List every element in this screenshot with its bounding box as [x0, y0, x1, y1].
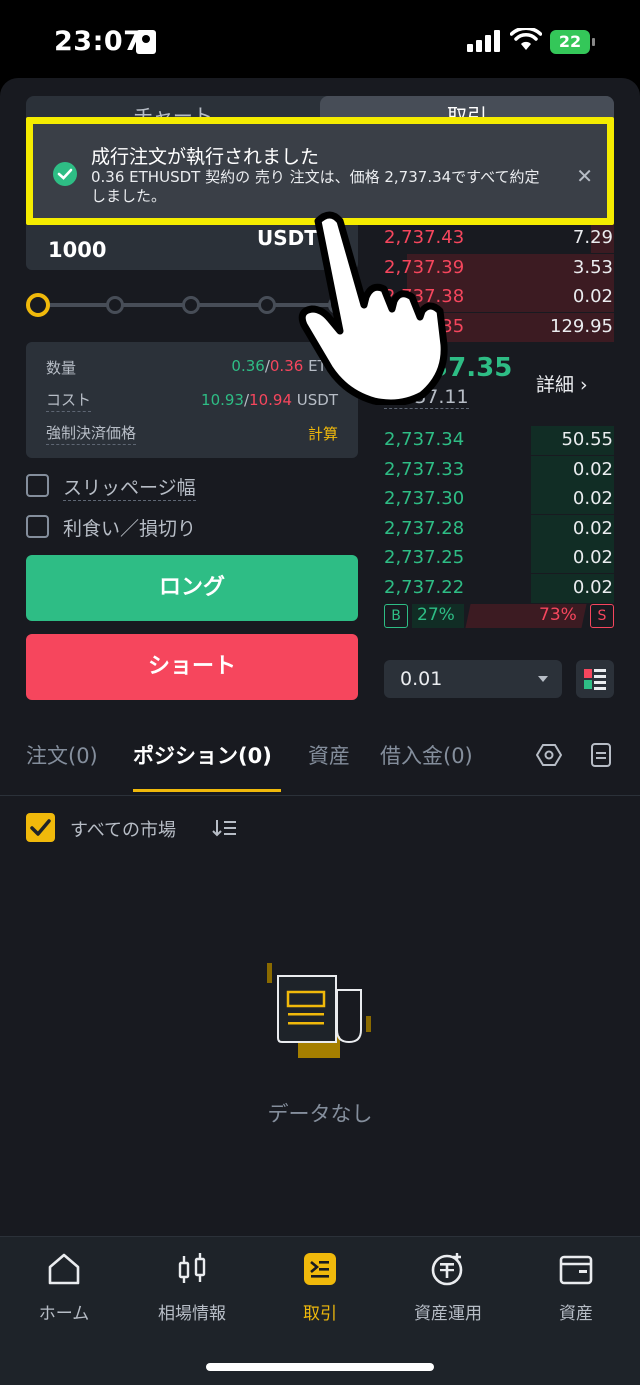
position-tabs: 注文(0) ポジション(0) 資産 借入金(0) [0, 734, 640, 796]
battery-icon: 22 [550, 30, 595, 54]
bid-row[interactable]: 2,737.25 0.02 [384, 544, 614, 573]
home-indicator [206, 1363, 434, 1371]
sort-icon[interactable] [212, 817, 238, 839]
bid-price: 2,737.22 [384, 576, 465, 598]
nav-trade-label: 取引 [303, 1304, 337, 1324]
nav-assets-label: 資産 [559, 1304, 593, 1324]
order-history-icon[interactable] [590, 742, 612, 768]
id-card-icon [136, 30, 156, 54]
home-icon [48, 1253, 80, 1285]
ask-qty: 0.02 [572, 286, 613, 307]
buy-ratio: 27% [417, 605, 455, 625]
bid-row[interactable]: 2,737.28 0.02 [384, 514, 614, 544]
detail-link[interactable]: 詳細 › [536, 370, 588, 397]
tab-positions[interactable]: ポジション(0) [133, 740, 272, 770]
tpsl-checkbox[interactable] [26, 515, 49, 538]
depth-select[interactable]: 0.01 [384, 660, 562, 698]
order-book-layout-icon [584, 669, 606, 690]
active-tab-underline [133, 789, 281, 792]
ask-qty: 7.29 [572, 227, 613, 248]
wallet-icon [559, 1255, 593, 1285]
bid-price: 2,737.34 [384, 429, 465, 450]
all-markets-checkbox[interactable] [26, 813, 55, 842]
depth-value: 0.01 [400, 668, 443, 690]
empty-state-text: データなし [267, 1102, 373, 1126]
check-icon [30, 819, 51, 836]
bid-qty: 50.55 [561, 429, 613, 450]
nav-trade[interactable]: 取引 [256, 1251, 384, 1331]
order-book-layout-button[interactable] [576, 660, 614, 698]
slider-stop-50[interactable] [182, 296, 200, 314]
sell-ratio: 73% [539, 605, 577, 625]
bid-qty: 0.02 [572, 547, 613, 568]
ask-qty: 129.95 [550, 315, 613, 337]
bid-row[interactable]: 2,737.22 0.02 [384, 573, 614, 603]
battery-level: 22 [558, 32, 582, 51]
qty-label: 数量 [46, 359, 77, 377]
bid-qty: 0.02 [572, 458, 613, 480]
slippage-checkbox[interactable] [26, 474, 49, 497]
earn-icon [431, 1253, 463, 1286]
settings-icon[interactable] [536, 742, 562, 768]
pointing-hand-icon [298, 211, 448, 405]
slider-stop-75[interactable] [258, 296, 276, 314]
bid-row[interactable]: 2,737.34 50.55 [384, 426, 614, 455]
bid-row[interactable]: 2,737.33 0.02 [384, 455, 614, 485]
short-button[interactable]: ショート [26, 634, 358, 700]
empty-document-icon [267, 963, 371, 1058]
bid-row[interactable]: 2,737.30 0.02 [384, 485, 614, 514]
caret-down-icon [538, 676, 548, 682]
trade-icon [304, 1253, 336, 1285]
nav-home[interactable]: ホーム [0, 1251, 128, 1331]
calculate-link[interactable]: 計算 [308, 423, 338, 444]
cost-label[interactable]: コスト [46, 389, 92, 412]
bid-price: 2,737.28 [384, 517, 465, 539]
close-icon[interactable]: ✕ [576, 164, 593, 188]
status-time: 23:07 [54, 26, 143, 57]
slippage-label[interactable]: スリッページ幅 [63, 473, 196, 501]
tpsl-label[interactable]: 利食い／損切り [63, 514, 196, 541]
cellular-signal-icon [467, 30, 501, 52]
bid-qty: 0.02 [572, 576, 613, 598]
bid-qty: 0.02 [572, 517, 613, 539]
buy-tag: B [384, 604, 408, 628]
nav-earn-label: 資産運用 [414, 1304, 482, 1324]
all-markets-label[interactable]: すべての市場 [70, 816, 176, 842]
bid-price: 2,737.33 [384, 458, 465, 480]
tab-orders[interactable]: 注文(0) [26, 740, 98, 770]
tab-assets[interactable]: 資産 [308, 740, 350, 770]
tab-borrowings[interactable]: 借入金(0) [380, 740, 473, 770]
nav-home-label: ホーム [38, 1304, 90, 1324]
liquidation-price-label[interactable]: 強制決済価格 [46, 422, 137, 445]
nav-markets-label: 相場情報 [158, 1304, 226, 1324]
toast-title: 成行注文が執行されました [91, 146, 320, 168]
nav-earn[interactable]: 資産運用 [384, 1251, 512, 1331]
slider-handle[interactable] [26, 293, 50, 317]
ask-qty: 3.53 [572, 256, 613, 278]
sell-tag: S [590, 604, 614, 628]
long-button[interactable]: ロング [26, 555, 358, 621]
nav-assets[interactable]: 資産 [512, 1251, 640, 1331]
bid-qty: 0.02 [572, 488, 613, 509]
slider-stop-25[interactable] [106, 296, 124, 314]
bid-price: 2,737.25 [384, 547, 465, 568]
wifi-icon [510, 28, 542, 50]
candlestick-icon [178, 1253, 206, 1283]
toast-message: 0.36 ETHUSDT 契約の 売り 注文は、価格 2,737.34ですべて約… [91, 168, 540, 205]
status-bar: 23:07 22 [0, 0, 640, 80]
success-check-icon [53, 162, 77, 186]
amount-value: 1000 [48, 238, 107, 262]
nav-markets[interactable]: 相場情報 [128, 1251, 256, 1331]
bid-price: 2,737.30 [384, 488, 465, 509]
buy-sell-ratio: B 27% 73% S [384, 603, 614, 629]
